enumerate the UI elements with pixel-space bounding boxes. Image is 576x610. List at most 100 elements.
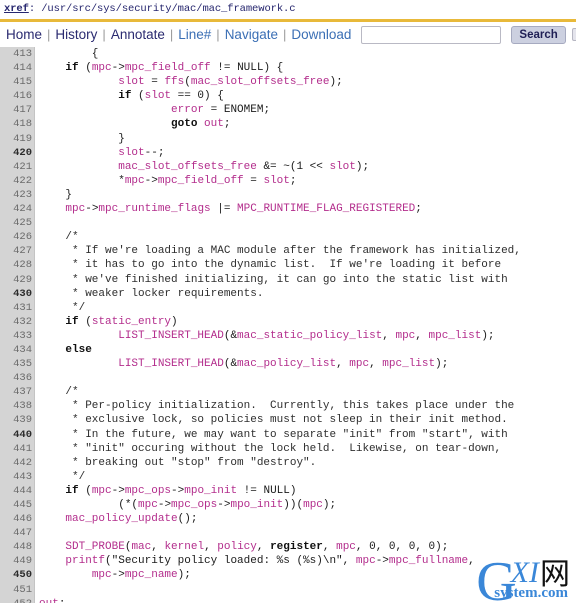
- line-number[interactable]: 436: [0, 371, 34, 385]
- line-number[interactable]: 417: [0, 103, 34, 117]
- line-number[interactable]: 420: [0, 146, 34, 160]
- line-number[interactable]: 431: [0, 301, 34, 315]
- code-text: LIST_INSERT_HEAD(&mac_policy_list, mpc, …: [118, 358, 449, 371]
- code-line: 445 (*(mpc->mpc_ops->mpo_init))(mpc);: [0, 498, 576, 512]
- line-number[interactable]: 428: [0, 258, 34, 272]
- nav-link-navigate[interactable]: Navigate: [225, 27, 278, 42]
- line-number[interactable]: 448: [0, 540, 34, 554]
- line-number[interactable]: 416: [0, 89, 34, 103]
- code-line: 446 mac_policy_update();: [0, 512, 576, 526]
- code-text: * "init" occuring without the lock held.…: [39, 442, 502, 455]
- code-text: */: [39, 301, 86, 314]
- advanced-search-checkbox[interactable]: [571, 28, 576, 41]
- code-text: * If we're loading a MAC module after th…: [39, 245, 521, 258]
- line-number[interactable]: 434: [0, 343, 34, 357]
- code-text: /*: [39, 386, 79, 399]
- code-text: LIST_INSERT_HEAD(&mac_static_policy_list…: [118, 329, 495, 342]
- line-number[interactable]: 413: [0, 47, 34, 61]
- code-line: 419 }: [0, 132, 576, 146]
- code-line: 414 if (mpc->mpc_field_off != NULL) {: [0, 61, 576, 75]
- xref-file-path: /usr/src/sys/security/mac/mac_framework.…: [41, 3, 296, 15]
- code-line: 448 SDT_PROBE(mac, kernel, policy, regis…: [0, 540, 576, 554]
- code-text: /*: [39, 231, 79, 244]
- xref-link[interactable]: xref: [4, 3, 29, 15]
- code-line: 425: [0, 216, 576, 230]
- line-number[interactable]: 438: [0, 399, 34, 413]
- code-text: if (mpc->mpc_field_off != NULL) {: [65, 62, 284, 75]
- nav-link-home[interactable]: Home: [6, 27, 42, 42]
- code-line: 437 /*: [0, 385, 576, 399]
- code-line: 451: [0, 583, 576, 597]
- nav-link-annotate[interactable]: Annotate: [111, 27, 165, 42]
- line-number[interactable]: 439: [0, 413, 34, 427]
- code-text: if (static_entry): [65, 315, 178, 328]
- line-number[interactable]: 433: [0, 329, 34, 343]
- line-number[interactable]: 437: [0, 385, 34, 399]
- line-number[interactable]: 441: [0, 442, 34, 456]
- code-line: 416 if (slot == 0) {: [0, 89, 576, 103]
- line-number[interactable]: 421: [0, 160, 34, 174]
- code-text: goto out;: [171, 118, 231, 131]
- code-line: 430 * weaker locker requirements.: [0, 287, 576, 301]
- code-line: 428 * it has to go into the dynamic list…: [0, 258, 576, 272]
- line-number[interactable]: 452: [0, 597, 34, 603]
- code-line: 424 mpc->mpc_runtime_flags |= MPC_RUNTIM…: [0, 202, 576, 216]
- line-number[interactable]: 446: [0, 512, 34, 526]
- code-line: 418 goto out;: [0, 117, 576, 131]
- line-number[interactable]: 424: [0, 202, 34, 216]
- code-text: *mpc->mpc_field_off = slot;: [39, 174, 297, 187]
- code-line: 440 * In the future, we may want to sepa…: [0, 428, 576, 442]
- nav-link-history[interactable]: History: [55, 27, 97, 42]
- line-number[interactable]: 442: [0, 456, 34, 470]
- code-text: }: [39, 132, 125, 145]
- line-number[interactable]: 414: [0, 61, 34, 75]
- code-line: 413 {: [0, 47, 576, 61]
- nav-link-line-number[interactable]: Line#: [178, 27, 211, 42]
- line-number[interactable]: 429: [0, 273, 34, 287]
- code-line: 449 printf("Security policy loaded: %s (…: [0, 554, 576, 568]
- code-text: else: [65, 343, 92, 356]
- nav-separator: |: [102, 27, 106, 42]
- line-number[interactable]: 432: [0, 315, 34, 329]
- line-number[interactable]: 444: [0, 484, 34, 498]
- code-text: * it has to go into the dynamic list. If…: [39, 259, 502, 272]
- code-text: * breaking out "stop" from "destroy".: [39, 456, 317, 469]
- code-line: 417 error = ENOMEM;: [0, 103, 576, 117]
- code-line-list: 413 {414 if (mpc->mpc_field_off != NULL)…: [0, 47, 576, 603]
- code-line: 438 * Per-policy initialization. Current…: [0, 399, 576, 413]
- line-number[interactable]: 440: [0, 428, 34, 442]
- line-number[interactable]: 451: [0, 583, 34, 597]
- search-input[interactable]: [361, 25, 502, 44]
- line-number[interactable]: 430: [0, 287, 34, 301]
- line-number[interactable]: 435: [0, 357, 34, 371]
- code-text: * weaker locker requirements.: [39, 287, 264, 300]
- line-number[interactable]: 422: [0, 174, 34, 188]
- code-line: 444 if (mpc->mpc_ops->mpo_init != NULL): [0, 484, 576, 498]
- code-text: {: [39, 48, 99, 60]
- code-line: 447: [0, 526, 576, 540]
- code-text: mac_policy_update();: [65, 513, 198, 526]
- code-text: * we've finished initializing, it can go…: [39, 273, 508, 286]
- line-number[interactable]: 426: [0, 230, 34, 244]
- code-line: 421 mac_slot_offsets_free &= ~(1 << slot…: [0, 160, 576, 174]
- code-line: 423 }: [0, 188, 576, 202]
- line-number[interactable]: 450: [0, 568, 34, 582]
- line-number[interactable]: 427: [0, 244, 34, 258]
- line-number[interactable]: 415: [0, 75, 34, 89]
- code-line: 441 * "init" occuring without the lock h…: [0, 442, 576, 456]
- search-button[interactable]: Search: [511, 25, 566, 44]
- line-number[interactable]: 423: [0, 188, 34, 202]
- code-text: error = ENOMEM;: [171, 104, 271, 117]
- code-line: 443 */: [0, 470, 576, 484]
- code-text: }: [39, 188, 73, 201]
- line-number[interactable]: 449: [0, 554, 34, 568]
- line-number[interactable]: 447: [0, 526, 34, 540]
- line-number[interactable]: 443: [0, 470, 34, 484]
- nav-link-download[interactable]: Download: [291, 27, 351, 42]
- line-number[interactable]: 419: [0, 132, 34, 146]
- line-number[interactable]: 418: [0, 117, 34, 131]
- line-number[interactable]: 445: [0, 498, 34, 512]
- source-code-viewer[interactable]: 413 {414 if (mpc->mpc_field_off != NULL)…: [0, 47, 576, 603]
- line-number[interactable]: 425: [0, 216, 34, 230]
- code-text: mpc->mpc_name);: [91, 569, 191, 582]
